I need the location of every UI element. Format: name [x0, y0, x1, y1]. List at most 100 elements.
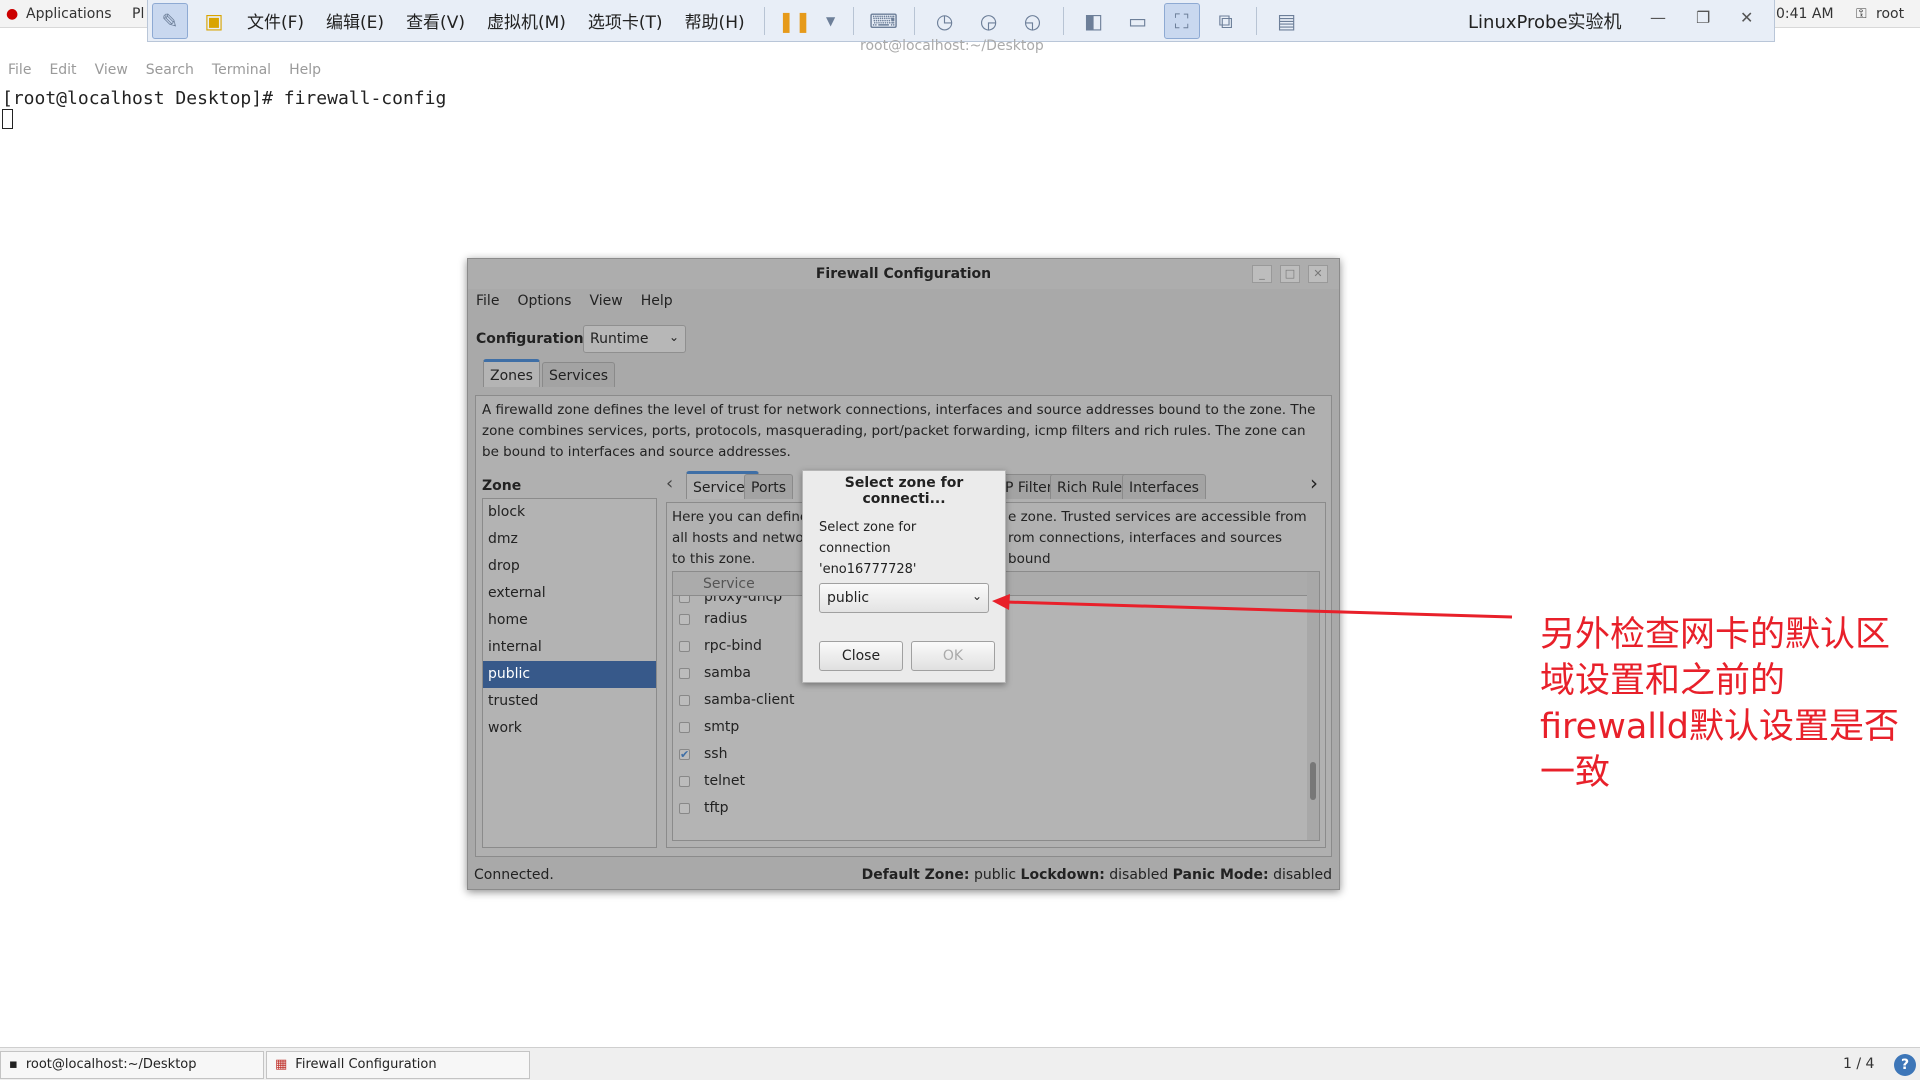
- chevron-right-icon[interactable]: ›: [1310, 471, 1318, 495]
- vm-menu-view[interactable]: 查看(V): [406, 8, 465, 33]
- panic-mode-label: Panic Mode:: [1172, 867, 1269, 883]
- preferences-icon[interactable]: ▤: [1269, 3, 1305, 39]
- terminal-menu-edit[interactable]: Edit: [49, 62, 76, 84]
- ok-button[interactable]: OK: [911, 641, 995, 671]
- maximize-icon[interactable]: □: [1280, 265, 1300, 283]
- toolbar-separator: [1062, 6, 1064, 35]
- menu-options[interactable]: Options: [517, 293, 571, 309]
- terminal-menu-help[interactable]: Help: [289, 62, 321, 84]
- tab-zone-ports[interactable]: Ports: [744, 474, 794, 499]
- annotation-arrow: [992, 594, 1513, 619]
- vm-menu-edit[interactable]: 编辑(E): [326, 8, 384, 33]
- zone-item-dmz[interactable]: dmz: [483, 526, 656, 553]
- user-menu[interactable]: root: [1876, 6, 1904, 22]
- vm-menu-file[interactable]: 文件(F): [247, 8, 304, 33]
- pause-icon[interactable]: ❚❚: [777, 3, 813, 39]
- places-menu[interactable]: Pl: [132, 6, 144, 22]
- dialog-message: Select zone for connection 'eno16777728': [819, 517, 999, 580]
- terminal-prompt-line[interactable]: [root@localhost Desktop]# firewall-confi…: [2, 88, 446, 109]
- workspace-indicator[interactable]: 1 / 4: [1843, 1056, 1874, 1072]
- minimize-icon[interactable]: _: [1252, 265, 1272, 283]
- sidebar-toggle-icon[interactable]: ◧: [1076, 3, 1112, 39]
- console-view-icon[interactable]: ▭: [1120, 3, 1156, 39]
- terminal-menu-view[interactable]: View: [95, 62, 128, 84]
- zone-item-external[interactable]: external: [483, 580, 656, 607]
- status-bar: Connected. Default Zone: public Lockdown…: [474, 867, 1334, 883]
- tab-zones[interactable]: Zones: [483, 359, 540, 387]
- service-name: radius: [704, 611, 748, 627]
- vm-menu-help[interactable]: 帮助(H): [685, 8, 745, 33]
- zone-item-home[interactable]: home: [483, 607, 656, 634]
- zone-combobox[interactable]: public ⌄: [819, 583, 989, 613]
- fullscreen-icon[interactable]: ⛶: [1163, 2, 1200, 39]
- service-row[interactable]: smtp: [673, 714, 1303, 741]
- scrollbar-thumb[interactable]: [1310, 762, 1316, 800]
- applications-menu[interactable]: Applications: [26, 6, 112, 22]
- service-checkbox[interactable]: [679, 614, 690, 625]
- vm-menu-tabs[interactable]: 选项卡(T): [588, 8, 663, 33]
- service-checkbox[interactable]: [679, 803, 690, 814]
- configuration-select[interactable]: Runtime ⌄: [583, 325, 686, 353]
- zone-item-internal[interactable]: internal: [483, 634, 656, 661]
- chevron-down-icon[interactable]: ▼: [821, 3, 841, 39]
- snapshot-manager-icon[interactable]: ◵: [1015, 3, 1051, 39]
- service-checkbox[interactable]: [679, 776, 690, 787]
- zone-description: A firewalld zone defines the level of tr…: [482, 402, 1316, 460]
- vm-menu-vm[interactable]: 虚拟机(M): [487, 8, 566, 33]
- zone-item-drop[interactable]: drop: [483, 553, 656, 580]
- redhat-icon: ●: [6, 6, 19, 22]
- menu-view[interactable]: View: [589, 293, 622, 309]
- terminal-title: root@localhost:~/Desktop: [860, 38, 1044, 54]
- window-title: Firewall Configuration: [468, 259, 1339, 289]
- unity-icon[interactable]: ⧉: [1208, 3, 1244, 39]
- terminal-icon: ▪: [9, 1057, 18, 1072]
- zone-item-work[interactable]: work: [483, 715, 656, 742]
- service-row[interactable]: tftp: [673, 795, 1303, 822]
- restore-icon[interactable]: ❐: [1696, 8, 1710, 27]
- service-checkbox[interactable]: [679, 722, 690, 733]
- close-icon[interactable]: ✕: [1740, 8, 1753, 27]
- dialog-message-line3: 'eno16777728': [819, 562, 917, 577]
- taskbar-item-terminal[interactable]: ▪ root@localhost:~/Desktop: [0, 1051, 264, 1079]
- help-icon[interactable]: ?: [1894, 1054, 1916, 1076]
- toolbar-separator: [1255, 6, 1257, 35]
- firewall-icon: ▦: [275, 1057, 288, 1072]
- zone-label: Zone: [482, 478, 522, 494]
- service-row[interactable]: ✔ ssh: [673, 741, 1303, 768]
- close-button[interactable]: Close: [819, 641, 903, 671]
- taskbar-item-firewall[interactable]: ▦ Firewall Configuration: [266, 1051, 530, 1079]
- service-row[interactable]: samba-client: [673, 687, 1303, 714]
- taskbar-item-label: Firewall Configuration: [295, 1057, 437, 1072]
- service-checkbox-checked[interactable]: ✔: [679, 749, 690, 760]
- menu-file[interactable]: File: [476, 293, 499, 309]
- minimize-icon[interactable]: —: [1650, 8, 1666, 27]
- zone-item-public[interactable]: public: [483, 661, 656, 688]
- chevron-down-icon: ⌄: [971, 589, 982, 603]
- terminal-menu-search[interactable]: Search: [146, 62, 194, 84]
- send-ctrl-alt-del-icon[interactable]: ⌨: [866, 3, 902, 39]
- zone-item-block[interactable]: block: [483, 499, 656, 526]
- zone-item-trusted[interactable]: trusted: [483, 688, 656, 715]
- service-checkbox[interactable]: [679, 668, 690, 679]
- arrow-head: [992, 594, 1010, 610]
- tab-services[interactable]: Services: [542, 362, 616, 387]
- annotation-text: 另外检查网卡的默认区域设置和之前的firewalld默认设置是否一致: [1540, 615, 1899, 793]
- menu-help[interactable]: Help: [641, 293, 673, 309]
- default-zone-label: Default Zone:: [861, 867, 970, 883]
- revert-snapshot-icon[interactable]: ◶: [971, 3, 1007, 39]
- service-checkbox[interactable]: [679, 641, 690, 652]
- service-row[interactable]: telnet: [673, 768, 1303, 795]
- clock[interactable]: 0:41 AM: [1776, 6, 1834, 22]
- select-zone-dialog: Select zone for connecti... Select zone …: [802, 470, 1006, 683]
- arrow-line: [1005, 600, 1513, 619]
- toolbar-separator: [852, 6, 854, 35]
- chevron-left-icon[interactable]: ‹: [666, 473, 673, 494]
- pin-icon[interactable]: ✎: [152, 2, 188, 39]
- snapshot-icon[interactable]: ◷: [927, 3, 963, 39]
- service-checkbox[interactable]: [679, 695, 690, 706]
- tab-zone-interfaces[interactable]: Interfaces: [1122, 474, 1206, 499]
- terminal-menu-file[interactable]: File: [8, 62, 31, 84]
- close-icon[interactable]: ✕: [1308, 265, 1328, 283]
- terminal-menu-terminal[interactable]: Terminal: [212, 62, 271, 84]
- terminal-menubar: File Edit View Search Terminal Help: [0, 62, 1920, 84]
